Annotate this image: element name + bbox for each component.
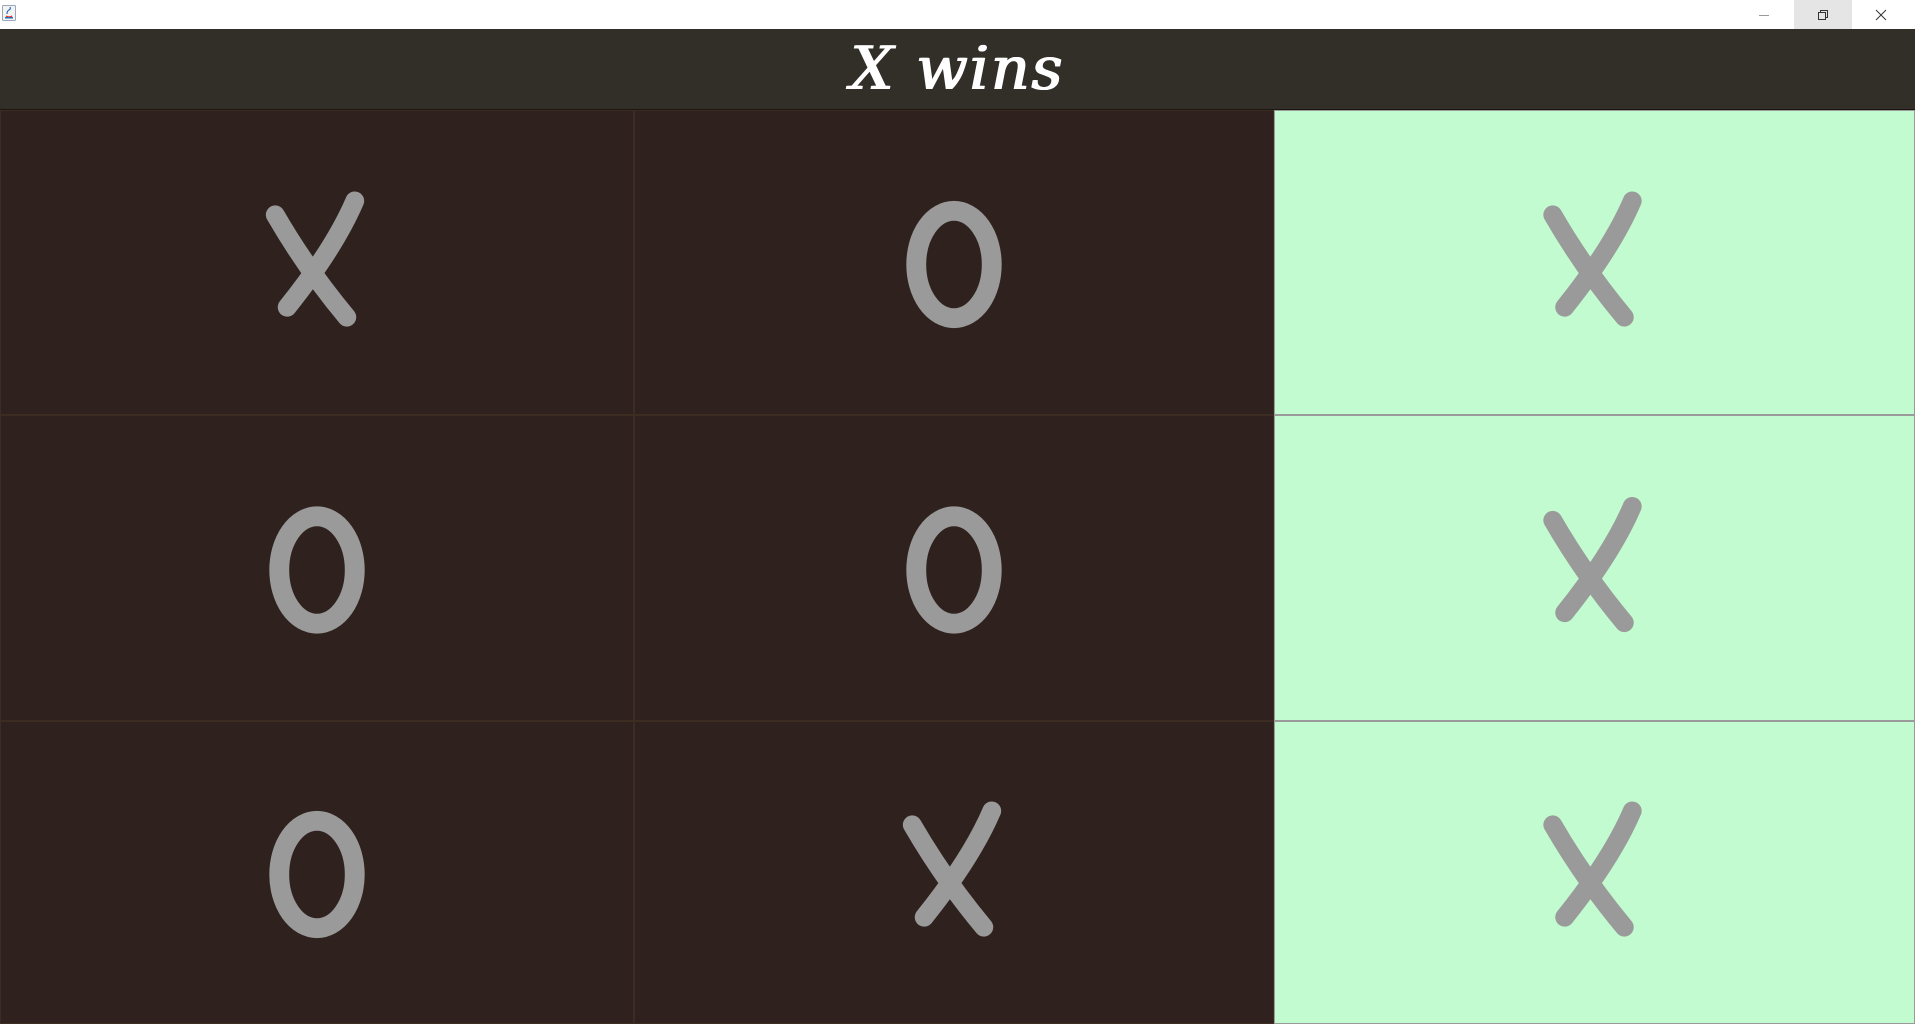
game-window: X wins (0, 0, 1915, 1024)
x-mark-icon (265, 191, 365, 327)
o-mark-icon (906, 200, 1002, 329)
board-cell[interactable] (0, 110, 634, 415)
title-bar[interactable] (0, 0, 1915, 29)
java-icon (2, 5, 16, 21)
board-cell[interactable] (634, 721, 1274, 1024)
x-mark-icon (902, 801, 1002, 937)
board-cell[interactable] (1274, 110, 1915, 415)
o-mark-icon (906, 506, 1002, 634)
o-mark-icon (269, 810, 365, 939)
restore-button[interactable] (1794, 0, 1852, 29)
minimize-button[interactable] (1735, 0, 1793, 29)
x-mark-icon (1543, 801, 1642, 937)
restore-icon (1818, 9, 1828, 20)
x-mark-icon (1543, 191, 1642, 327)
board-cell[interactable] (0, 721, 634, 1024)
status-header: X wins (0, 29, 1915, 110)
board-cell[interactable] (1274, 415, 1915, 721)
x-mark-icon (1543, 496, 1642, 633)
board-cell[interactable] (1274, 721, 1915, 1024)
minimize-icon (1759, 14, 1769, 16)
close-button[interactable] (1852, 0, 1910, 29)
o-mark-icon (269, 506, 365, 634)
board-cell[interactable] (634, 415, 1274, 721)
close-icon (1875, 9, 1887, 20)
game-board (0, 110, 1915, 1024)
board-cell[interactable] (634, 110, 1274, 415)
board-cell[interactable] (0, 415, 634, 721)
status-text: X wins (850, 34, 1065, 104)
